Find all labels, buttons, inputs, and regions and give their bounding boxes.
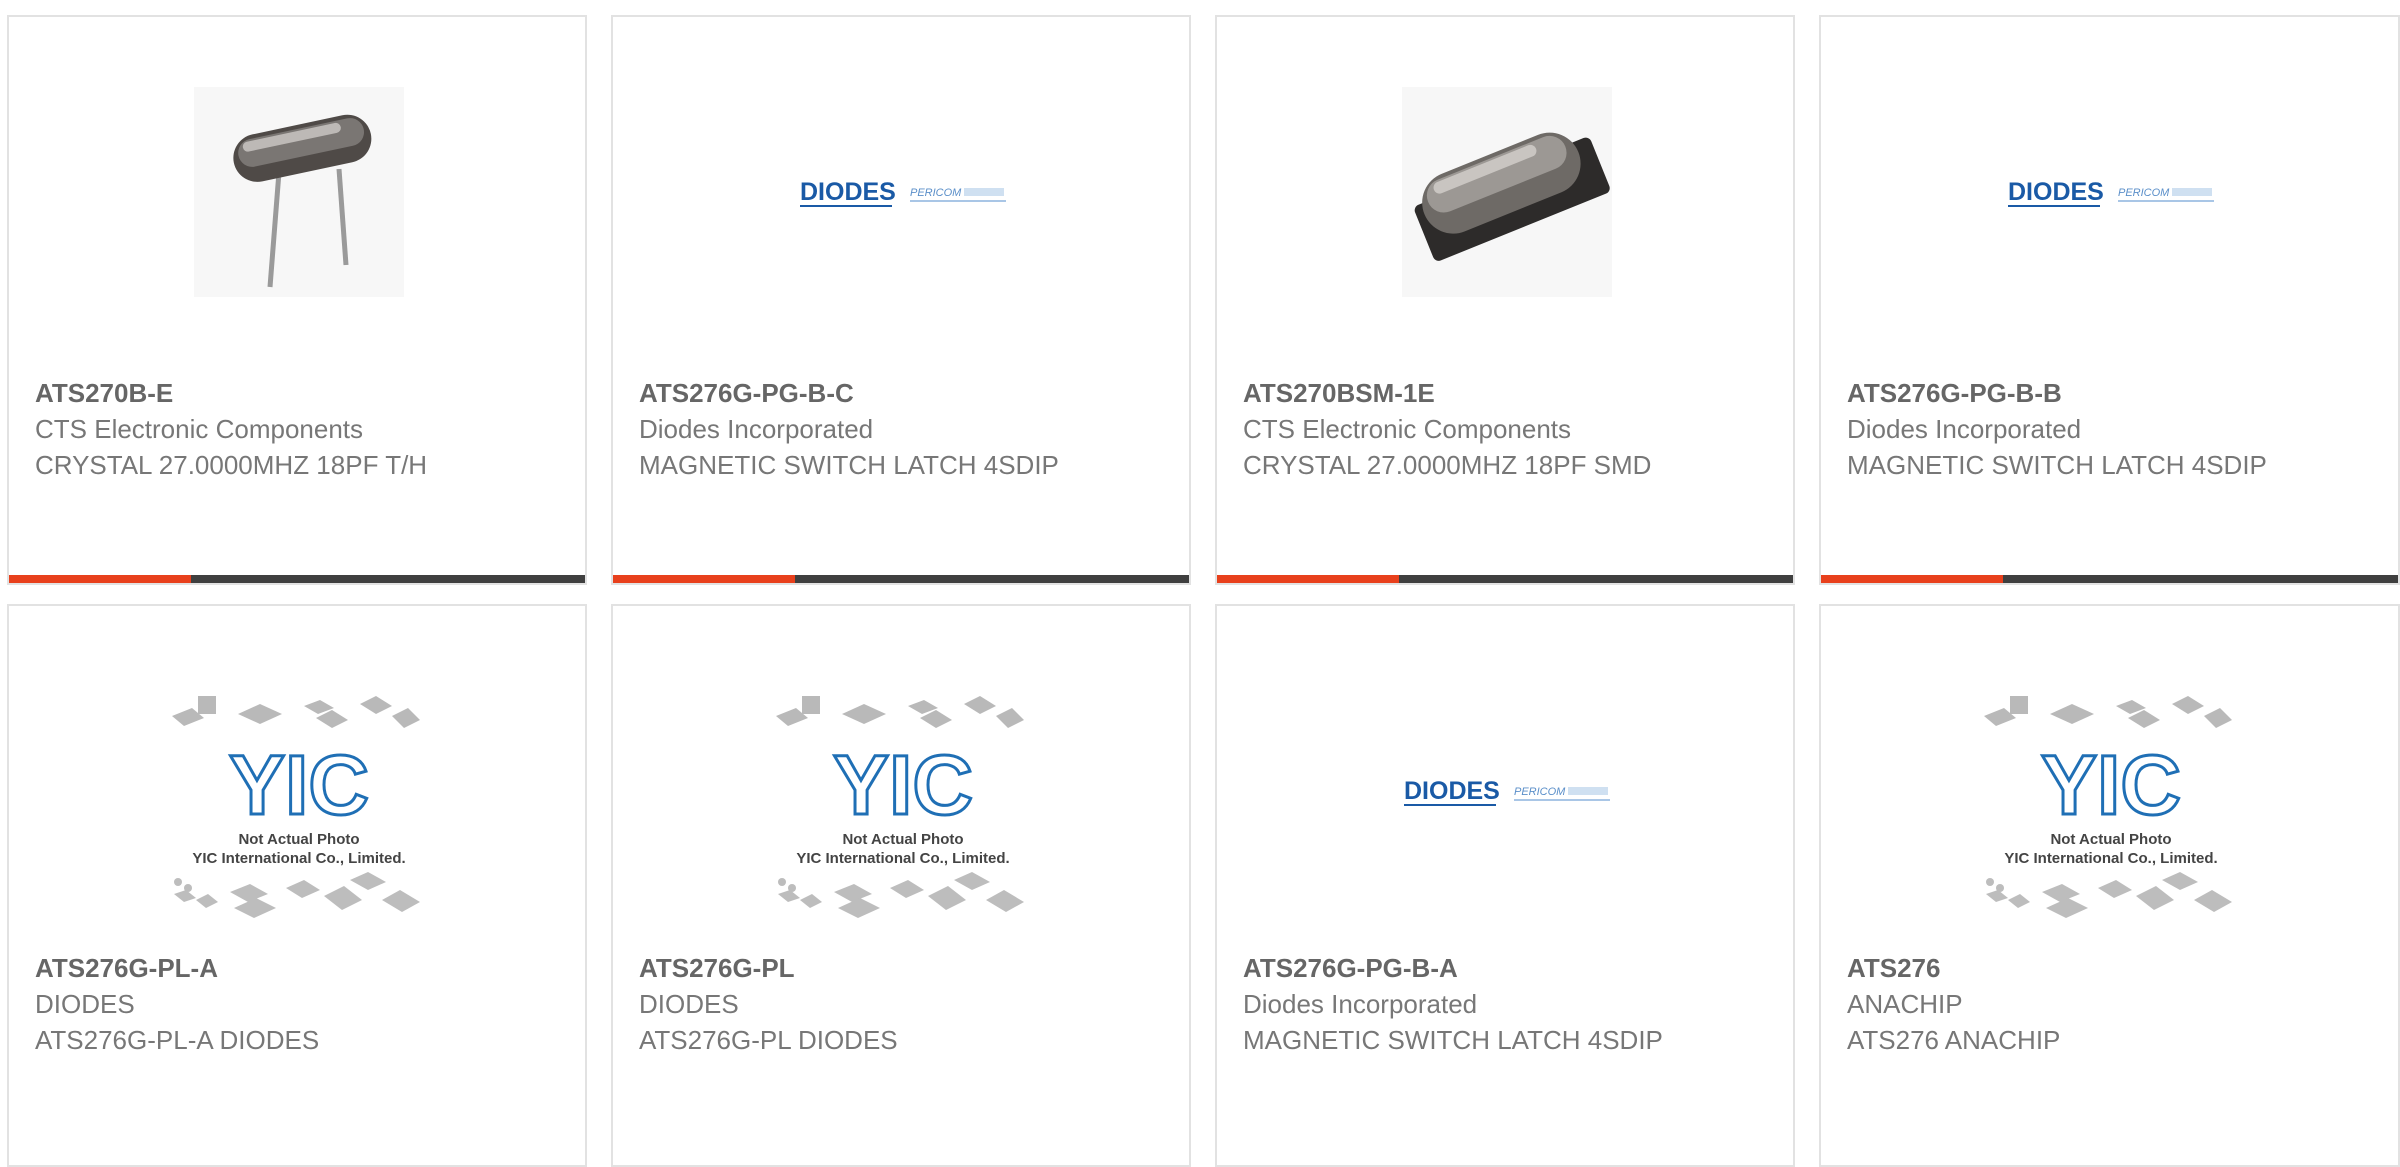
manufacturer: DIODES: [639, 989, 739, 1019]
part-number[interactable]: ATS276G-PG-B-B: [1847, 375, 2367, 411]
description: ATS276 ANACHIP: [1847, 1025, 2061, 1055]
diodes-logo-text: DIODES: [800, 178, 896, 206]
product-card[interactable]: ATS270BSM-1E CTS Electronic Components C…: [1215, 15, 1795, 585]
pericom-logo-text: PERICOM: [1514, 786, 1566, 798]
product-card[interactable]: YIC Not Actual Photo YIC International C…: [1819, 604, 2400, 1167]
product-card[interactable]: DIODES PERICOM ATS276G-PG-B-A Diodes Inc…: [1215, 604, 1795, 1167]
product-grid: ATS270B-E CTS Electronic Components CRYS…: [0, 0, 2400, 1167]
card-footer-bar: [613, 575, 1189, 583]
product-image-area: [1217, 17, 1793, 357]
product-card[interactable]: DIODES PERICOM ATS276G-PG-B-B Diodes Inc…: [1819, 15, 2400, 585]
product-info: ATS276G-PL-A DIODES ATS276G-PL-A DIODES: [35, 950, 555, 1058]
card-footer-accent: [1821, 575, 2003, 583]
part-number[interactable]: ATS276G-PG-B-A: [1243, 950, 1763, 986]
diodes-pericom-logo: DIODES PERICOM: [798, 87, 1008, 297]
product-card[interactable]: DIODES PERICOM ATS276G-PG-B-C Diodes Inc…: [611, 15, 1191, 585]
product-info: ATS276G-PG-B-B Diodes Incorporated MAGNE…: [1847, 375, 2367, 483]
description: CRYSTAL 27.0000MHZ 18PF SMD: [1243, 450, 1652, 480]
part-number[interactable]: ATS276G-PL: [639, 950, 1159, 986]
part-number[interactable]: ATS270B-E: [35, 375, 555, 411]
description: MAGNETIC SWITCH LATCH 4SDIP: [1847, 450, 2267, 480]
diodes-logo-text: DIODES: [1404, 777, 1500, 805]
manufacturer: Diodes Incorporated: [1847, 414, 2082, 444]
card-footer-bar: [9, 575, 585, 583]
product-image-area: YIC Not Actual Photo YIC International C…: [1821, 606, 2398, 946]
diodes-pericom-logo: DIODES PERICOM: [1402, 686, 1612, 896]
manufacturer: Diodes Incorporated: [1243, 989, 1478, 1019]
pericom-logo-text: PERICOM: [910, 187, 962, 199]
description: ATS276G-PL-A DIODES: [35, 1025, 320, 1055]
pericom-logo-text: PERICOM: [2118, 187, 2170, 199]
yic-not-actual-photo: YIC Not Actual Photo YIC International C…: [768, 696, 1038, 932]
not-actual-photo-label: Not Actual Photo: [238, 831, 359, 848]
yic-logo: YIC: [2041, 738, 2181, 832]
manufacturer: CTS Electronic Components: [35, 414, 364, 444]
product-card[interactable]: ATS270B-E CTS Electronic Components CRYS…: [7, 15, 587, 585]
manufacturer: ANACHIP: [1847, 989, 1963, 1019]
product-image-area: DIODES PERICOM: [613, 17, 1189, 357]
crystal-th-photo: [194, 87, 404, 297]
part-number[interactable]: ATS276G-PG-B-C: [639, 375, 1159, 411]
product-image-area: YIC Not Actual Photo YIC International C…: [9, 606, 585, 946]
part-number[interactable]: ATS276: [1847, 950, 2367, 986]
card-footer-bar: [1821, 575, 2398, 583]
description: CRYSTAL 27.0000MHZ 18PF T/H: [35, 450, 428, 480]
part-number[interactable]: ATS276G-PL-A: [35, 950, 555, 986]
yic-company-label: YIC International Co., Limited.: [796, 850, 1009, 867]
product-card[interactable]: YIC Not Actual Photo YIC International C…: [611, 604, 1191, 1167]
yic-logo: YIC: [833, 738, 973, 832]
product-info: ATS276G-PG-B-A Diodes Incorporated MAGNE…: [1243, 950, 1763, 1058]
product-info: ATS276G-PL DIODES ATS276G-PL DIODES: [639, 950, 1159, 1058]
yic-not-actual-photo: YIC Not Actual Photo YIC International C…: [164, 696, 434, 932]
product-info: ATS276 ANACHIP ATS276 ANACHIP: [1847, 950, 2367, 1058]
product-image-area: [9, 17, 585, 357]
crystal-smd-photo: [1402, 87, 1612, 297]
manufacturer: CTS Electronic Components: [1243, 414, 1572, 444]
description: MAGNETIC SWITCH LATCH 4SDIP: [639, 450, 1059, 480]
card-footer-accent: [613, 575, 795, 583]
part-number[interactable]: ATS270BSM-1E: [1243, 375, 1763, 411]
card-footer-bar: [1217, 575, 1793, 583]
card-footer-accent: [1217, 575, 1399, 583]
manufacturer: DIODES: [35, 989, 135, 1019]
yic-logo: YIC: [229, 738, 369, 832]
not-actual-photo-label: Not Actual Photo: [2050, 831, 2171, 848]
manufacturer: Diodes Incorporated: [639, 414, 874, 444]
yic-not-actual-photo: YIC Not Actual Photo YIC International C…: [1976, 696, 2246, 932]
yic-company-label: YIC International Co., Limited.: [2004, 850, 2217, 867]
product-card[interactable]: YIC Not Actual Photo YIC International C…: [7, 604, 587, 1167]
not-actual-photo-label: Not Actual Photo: [842, 831, 963, 848]
card-footer-accent: [9, 575, 191, 583]
yic-company-label: YIC International Co., Limited.: [192, 850, 405, 867]
product-info: ATS276G-PG-B-C Diodes Incorporated MAGNE…: [639, 375, 1159, 483]
product-image-area: DIODES PERICOM: [1821, 17, 2398, 357]
product-info: ATS270B-E CTS Electronic Components CRYS…: [35, 375, 555, 483]
diodes-logo-text: DIODES: [2008, 178, 2104, 206]
description: ATS276G-PL DIODES: [639, 1025, 898, 1055]
product-image-area: DIODES PERICOM: [1217, 606, 1793, 946]
description: MAGNETIC SWITCH LATCH 4SDIP: [1243, 1025, 1663, 1055]
diodes-pericom-logo: DIODES PERICOM: [2006, 87, 2216, 297]
product-info: ATS270BSM-1E CTS Electronic Components C…: [1243, 375, 1763, 483]
product-image-area: YIC Not Actual Photo YIC International C…: [613, 606, 1189, 946]
